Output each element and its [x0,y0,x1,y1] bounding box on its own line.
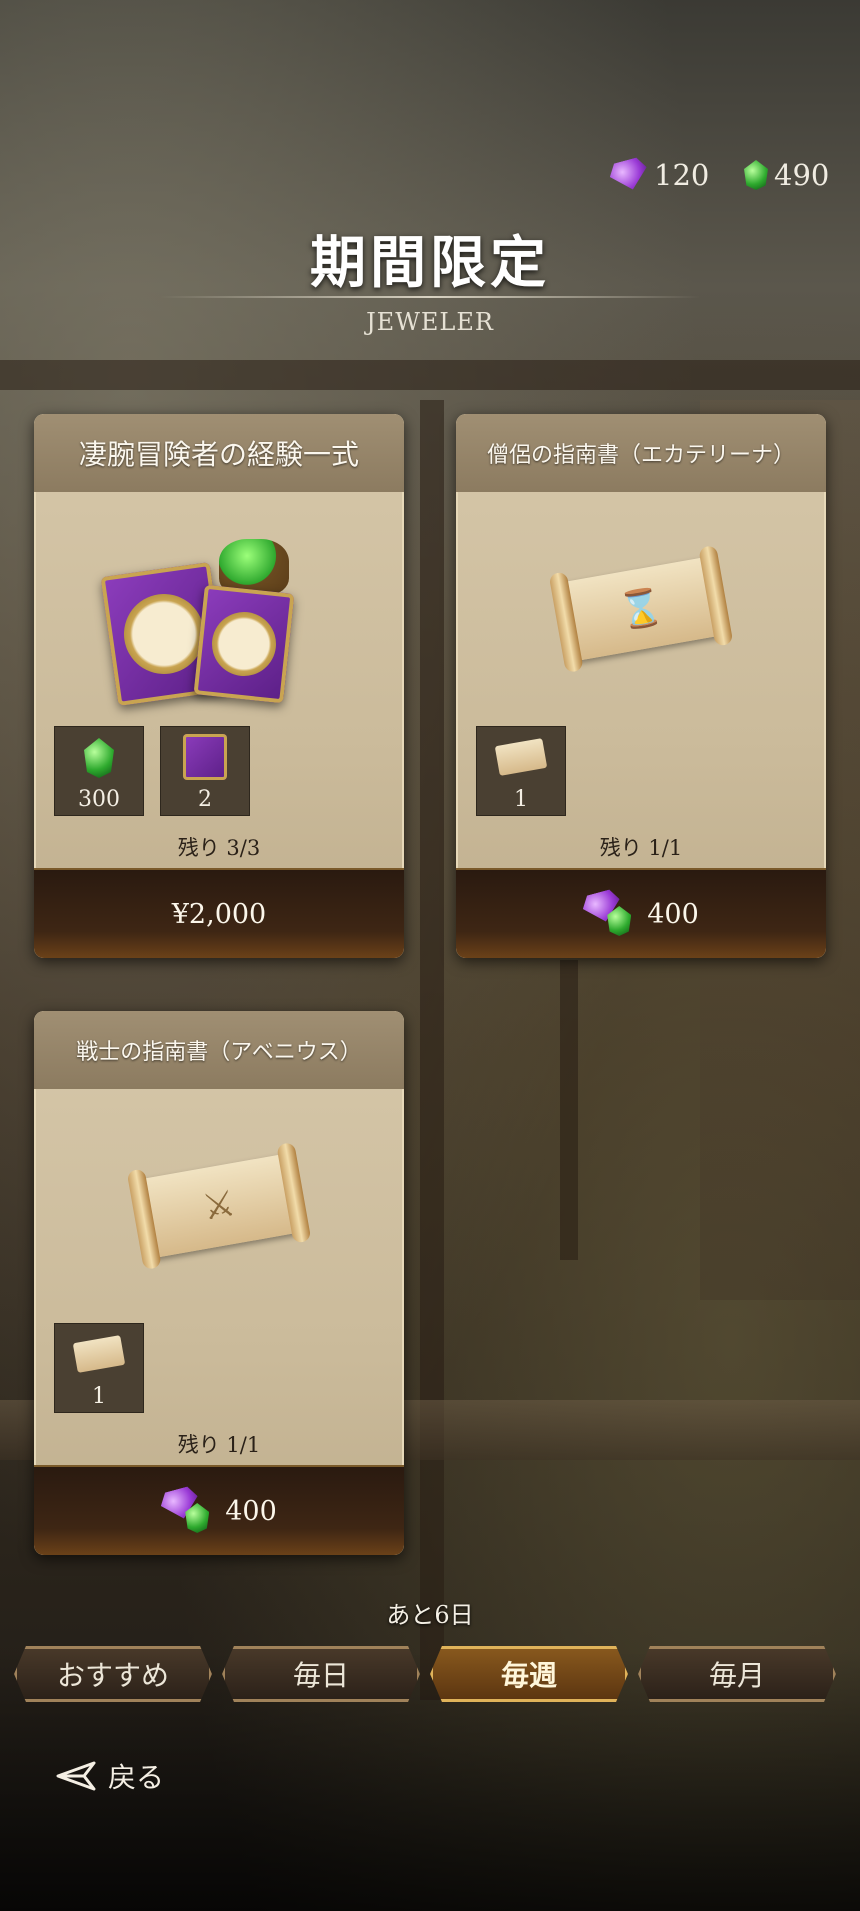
price-label: 400 [225,1495,277,1527]
back-arrow-icon [56,1761,96,1791]
card-contents: 300 2 [54,726,250,816]
green-gem-icon [744,160,768,190]
tab-label: 毎日 [292,1659,349,1692]
gem-currency-icon [161,1489,213,1533]
remaining-stock: 残り 1/1 [599,836,683,860]
card-contents: 1 [54,1323,144,1413]
days-remaining: あと6日 [386,1601,474,1629]
item-quantity: 1 [514,787,528,812]
item-slot[interactable]: 1 [476,726,566,816]
period-tabs: おすすめ 毎日 毎週 毎月 [14,1646,836,1702]
card-title: 戦士の指南書（アベニウス） [34,1011,404,1089]
premium-gem-count: 120 [654,158,710,192]
shop-card-priest-guide[interactable]: 僧侶の指南書（エカテリーナ） ⌛ 1 残り 1/1 400 [456,414,826,958]
back-button[interactable]: 戻る [54,1756,164,1796]
back-label: 戻る [108,1761,165,1794]
remaining-stock: 残り 1/1 [177,1433,261,1457]
tab-monthly[interactable]: 毎月 [638,1646,836,1702]
buy-button[interactable]: 400 [34,1465,404,1555]
card-artwork: ⚔ [34,1106,404,1306]
purple-clock-book-icon [183,734,227,780]
item-slot[interactable]: 300 [54,726,144,816]
card-artwork: ⌛ [456,509,826,709]
card-title: 凄腕冒険者の経験一式 [34,414,404,492]
tab-daily[interactable]: 毎日 [222,1646,420,1702]
item-quantity: 1 [92,1384,106,1409]
clock-book-icon [193,584,295,704]
scroll-icon: ⚔ [138,1153,300,1259]
item-slot[interactable]: 1 [54,1323,144,1413]
title-divider [160,296,700,298]
scroll-icon [72,1335,126,1373]
tab-label: 毎月 [708,1659,765,1692]
green-gem-counter: 490 [744,158,829,192]
price-label: ¥2,000 [171,898,267,930]
tab-weekly[interactable]: 毎週 [430,1646,628,1702]
tab-label: おすすめ [56,1659,169,1692]
green-gem-icon [84,738,114,778]
page-subtitle: JEWELER [366,308,494,336]
price-label: 400 [647,898,699,930]
page-title: 期間限定 [310,230,550,296]
shop-card-adventurer-set[interactable]: 凄腕冒険者の経験一式 300 2 残り 3/3 ¥2,000 [34,414,404,958]
card-artwork [34,509,404,709]
tab-label: 毎週 [500,1659,557,1692]
buy-button[interactable]: 400 [456,868,826,958]
shop-card-warrior-guide[interactable]: 戦士の指南書（アベニウス） ⚔ 1 残り 1/1 400 [34,1011,404,1555]
green-gem-count: 490 [774,158,830,192]
buy-button[interactable]: ¥2,000 [34,868,404,958]
card-contents: 1 [476,726,566,816]
gem-currency-icon [583,892,635,936]
tab-recommended[interactable]: おすすめ [14,1646,212,1702]
item-slot[interactable]: 2 [160,726,250,816]
card-title: 僧侶の指南書（エカテリーナ） [456,414,826,492]
item-quantity: 300 [78,787,120,812]
purple-gem-icon [607,156,651,195]
scroll-icon: ⌛ [560,556,722,662]
remaining-stock: 残り 3/3 [177,836,261,860]
premium-gem-counter: 120 [610,158,709,192]
scroll-icon [494,738,548,776]
item-quantity: 2 [198,787,212,812]
